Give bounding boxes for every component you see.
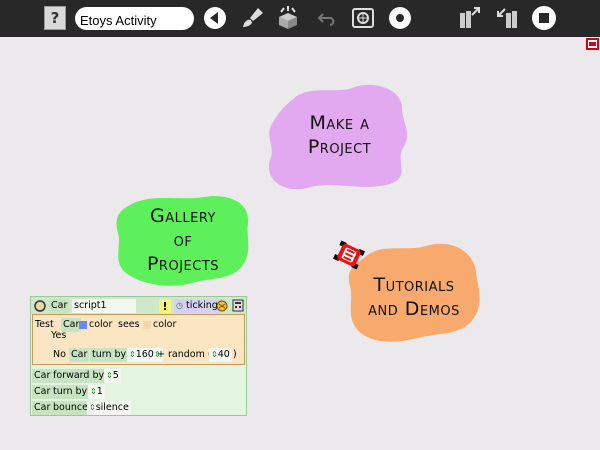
test-tube-icon[interactable] bbox=[216, 299, 228, 312]
no-value-text: 160 bbox=[135, 349, 154, 360]
line2-value-text: 1 bbox=[96, 386, 103, 397]
paint-brush-icon bbox=[243, 8, 263, 27]
tutorials-blob[interactable]: Tutorials and Demos bbox=[344, 240, 484, 345]
gallery-line2: of bbox=[173, 229, 193, 251]
yes-label: Yes bbox=[51, 330, 67, 341]
record-button[interactable] bbox=[386, 4, 414, 32]
svg-text:!: ! bbox=[162, 300, 167, 313]
line1-arrows-icon: ⇕ bbox=[106, 371, 113, 380]
gallery-blob[interactable]: Gallery of Projects bbox=[112, 193, 254, 289]
line3-command-tile[interactable]: bounce bbox=[51, 401, 90, 415]
clock-icon: ◷ bbox=[176, 301, 183, 310]
line1-command-tile[interactable]: forward by bbox=[51, 369, 107, 383]
undo-button[interactable] bbox=[313, 4, 341, 32]
stop-icon bbox=[532, 6, 556, 30]
find-project-button[interactable] bbox=[349, 4, 377, 32]
gallery-line1: Gallery bbox=[150, 205, 216, 227]
line3-value-tile[interactable]: ⇕silence bbox=[87, 401, 131, 415]
flap-icon[interactable] bbox=[586, 38, 599, 50]
help-button[interactable]: ? bbox=[44, 6, 66, 30]
share-icon bbox=[497, 8, 517, 28]
car-sprite[interactable] bbox=[333, 239, 365, 271]
help-icon: ? bbox=[50, 9, 60, 27]
no-command-tile[interactable]: turn by bbox=[90, 348, 129, 362]
exclamation-icon[interactable]: ! bbox=[159, 299, 171, 313]
stop-button[interactable] bbox=[530, 4, 558, 32]
line1-value-text: 5 bbox=[112, 370, 119, 381]
script-name-tile[interactable]: script1 bbox=[72, 299, 136, 313]
line2-object-tile[interactable]: Car bbox=[32, 385, 53, 399]
value-arrows-icon: ⇕ bbox=[129, 350, 136, 359]
undo-icon bbox=[317, 13, 335, 26]
back-triangle-icon bbox=[204, 7, 226, 29]
supplies-button[interactable] bbox=[274, 4, 302, 32]
test-color-word-2: color bbox=[153, 319, 177, 330]
line3-value-text: silence bbox=[95, 402, 129, 413]
status-tile[interactable]: ◷ ticking bbox=[174, 299, 222, 313]
keep-button[interactable] bbox=[455, 4, 483, 32]
test-color-word: color bbox=[89, 319, 113, 330]
record-icon bbox=[389, 7, 411, 29]
color-swatch-2[interactable] bbox=[143, 321, 151, 329]
test-sees-word: sees bbox=[118, 319, 140, 330]
calculator-icon[interactable] bbox=[232, 299, 244, 312]
line2-command-tile[interactable]: turn by bbox=[51, 385, 90, 399]
share-button[interactable] bbox=[494, 4, 522, 32]
line2-arrows-icon: ⇕ bbox=[90, 387, 97, 396]
paint-button[interactable] bbox=[239, 4, 267, 32]
random-value-text: 40 bbox=[217, 349, 230, 360]
make-project-line1: Make a bbox=[309, 112, 370, 134]
no-label: No bbox=[53, 349, 66, 360]
tutorials-line2: and Demos bbox=[368, 298, 460, 320]
line1-object-tile[interactable]: Car bbox=[32, 369, 53, 383]
line2-value-tile[interactable]: ⇕1 bbox=[88, 385, 105, 399]
line1-value-tile[interactable]: ⇕5 bbox=[104, 369, 121, 383]
menu-circle-icon[interactable] bbox=[34, 300, 46, 312]
random-arrows-icon: ⇕ bbox=[211, 350, 218, 359]
back-button[interactable] bbox=[201, 4, 229, 32]
no-object-tile[interactable]: Car bbox=[69, 348, 90, 362]
find-project-icon bbox=[352, 8, 374, 28]
make-project-blob[interactable]: Make a Project bbox=[262, 80, 417, 192]
toolbar: ? bbox=[0, 0, 600, 37]
tutorials-line1: Tutorials bbox=[373, 274, 455, 296]
make-project-line2: Project bbox=[307, 136, 372, 158]
plus-random-text: + random ( bbox=[157, 349, 212, 360]
gallery-line3: Projects bbox=[146, 253, 220, 275]
script-object-tile[interactable]: Car bbox=[49, 299, 70, 313]
status-label: ticking bbox=[186, 300, 218, 311]
close-paren: ) bbox=[233, 349, 237, 360]
test-block[interactable]: Test Car color sees color Yes No Car tur… bbox=[32, 314, 245, 365]
random-value-tile[interactable]: ⇕40 bbox=[209, 348, 232, 362]
script-editor[interactable]: Car script1 ! ◷ ticking Test Car color s… bbox=[30, 296, 247, 416]
color-swatch-1[interactable] bbox=[79, 321, 87, 329]
project-title-field[interactable] bbox=[75, 7, 194, 30]
keep-icon bbox=[460, 7, 480, 28]
line3-arrows-icon: ⇕ bbox=[89, 403, 96, 412]
line3-object-tile[interactable]: Car bbox=[32, 401, 53, 415]
supplies-icon bbox=[279, 6, 297, 29]
